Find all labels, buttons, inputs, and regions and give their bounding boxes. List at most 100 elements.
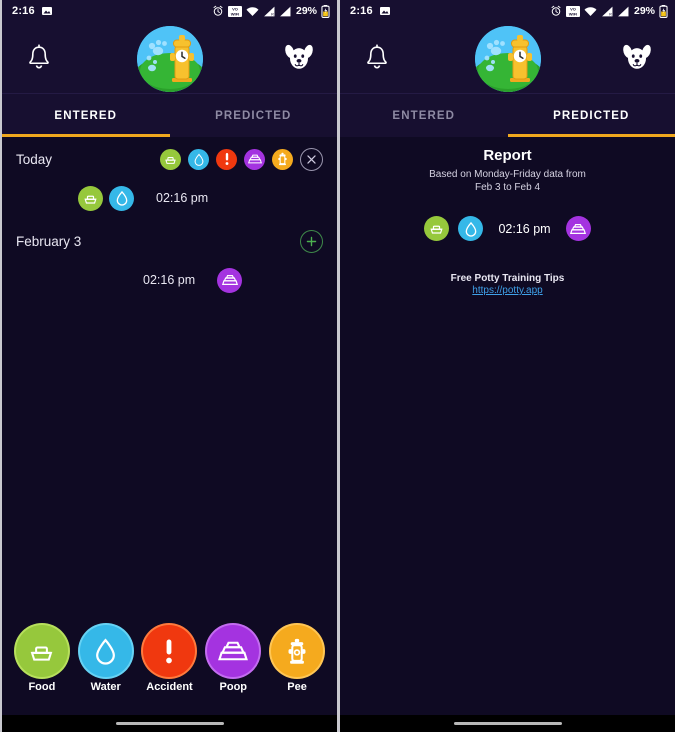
list-item[interactable]: 02:16 pm bbox=[2, 177, 337, 219]
quick-add-food[interactable]: Food bbox=[12, 625, 72, 693]
group-header-february-3: February 3 bbox=[2, 223, 337, 259]
quick-add-label: Water bbox=[90, 681, 121, 693]
exclamation-icon bbox=[143, 625, 196, 677]
quick-add-bar: Food Water Accident Poop Pee bbox=[2, 625, 337, 697]
home-indicator[interactable] bbox=[453, 721, 562, 726]
group-title: February 3 bbox=[16, 233, 82, 249]
add-entry-button[interactable] bbox=[300, 229, 323, 253]
svg-text:VO: VO bbox=[570, 6, 576, 11]
dual-screenshot-stage: 2:16 VO WIFI R 29% ENTERED PREDICTED Tod… bbox=[0, 0, 675, 732]
tab-predicted[interactable]: PREDICTED bbox=[508, 94, 675, 137]
food-bowl-icon[interactable] bbox=[160, 148, 181, 170]
tab-bar: ENTERED PREDICTED bbox=[2, 94, 337, 137]
entry-icons bbox=[217, 267, 243, 293]
gesture-nav-bar bbox=[340, 715, 675, 732]
hydrant-clock-logo bbox=[474, 25, 541, 92]
tab-predicted-label: PREDICTED bbox=[215, 109, 292, 122]
prediction-time: 02:16 pm bbox=[498, 221, 551, 236]
dog-face-icon[interactable] bbox=[621, 43, 653, 73]
water-drop-icon[interactable] bbox=[188, 148, 209, 170]
phone-screen-entered: 2:16 VO WIFI R 29% ENTERED PREDICTED Tod… bbox=[2, 0, 337, 732]
water-drop-icon bbox=[79, 625, 132, 677]
poop-icon bbox=[565, 216, 591, 241]
group-header-today: Today bbox=[2, 141, 337, 177]
poop-icon bbox=[207, 625, 260, 677]
hydrant-clock-logo bbox=[136, 25, 203, 92]
battery-icon bbox=[321, 4, 330, 18]
alarm-icon bbox=[212, 5, 224, 17]
bell-icon[interactable] bbox=[362, 43, 392, 73]
app-bar bbox=[2, 22, 337, 94]
entered-list: Today 02:16 pm February 3 02:16 pm Food … bbox=[2, 137, 337, 715]
tab-predicted[interactable]: PREDICTED bbox=[170, 94, 338, 137]
svg-text:R: R bbox=[609, 12, 612, 16]
phone-screen-predicted: 2:16 VO WIFI R 29% ENTERED PREDICTED Rep… bbox=[340, 0, 675, 732]
status-bar: 2:16 VO WIFI R 29% bbox=[2, 0, 337, 22]
alarm-icon bbox=[550, 5, 562, 17]
report-subtitle-line-1: Based on Monday-Friday data from bbox=[429, 169, 586, 180]
prediction-row[interactable]: 02:16 pm bbox=[340, 216, 675, 241]
battery-percent-label: 29% bbox=[633, 5, 655, 17]
vowifi-icon: VO WIFI bbox=[227, 5, 242, 17]
hydrant-icon bbox=[271, 625, 324, 677]
svg-text:WIFI: WIFI bbox=[569, 11, 577, 16]
report-title: Report bbox=[483, 147, 532, 164]
home-indicator[interactable] bbox=[115, 721, 224, 726]
entry-time: 02:16 pm bbox=[156, 191, 209, 205]
signal-icon: R bbox=[263, 6, 275, 17]
tips-label: Free Potty Training Tips bbox=[450, 273, 565, 284]
quick-add-pee[interactable]: Pee bbox=[267, 625, 327, 693]
clear-filters-button[interactable] bbox=[300, 147, 323, 171]
quick-add-poop[interactable]: Poop bbox=[203, 625, 263, 693]
gesture-nav-bar bbox=[2, 715, 337, 732]
entry-icons bbox=[78, 185, 134, 211]
report-subtitle-line-2: Feb 3 to Feb 4 bbox=[474, 182, 541, 193]
svg-text:R: R bbox=[271, 12, 274, 16]
status-bar-clock: 2:16 bbox=[350, 5, 373, 17]
poop-icon[interactable] bbox=[244, 148, 265, 170]
food-bowl-icon bbox=[15, 625, 68, 677]
battery-icon bbox=[659, 4, 668, 18]
tab-entered-label: ENTERED bbox=[392, 109, 456, 122]
food-bowl-icon bbox=[78, 185, 103, 211]
poop-icon bbox=[217, 267, 243, 293]
svg-text:WIFI: WIFI bbox=[231, 11, 239, 16]
food-bowl-icon bbox=[424, 216, 450, 241]
battery-percent-label: 29% bbox=[295, 5, 317, 17]
water-drop-icon bbox=[458, 216, 484, 241]
signal-2-icon bbox=[617, 6, 629, 17]
tab-bar: ENTERED PREDICTED bbox=[340, 94, 675, 137]
exclamation-icon[interactable] bbox=[216, 148, 237, 170]
hydrant-icon[interactable] bbox=[272, 148, 293, 170]
wifi-icon bbox=[246, 6, 259, 17]
quick-add-label: Accident bbox=[146, 681, 193, 693]
status-bar-clock: 2:16 bbox=[12, 5, 35, 17]
status-bar: 2:16 VO WIFI R 29% bbox=[340, 0, 675, 22]
svg-text:VO: VO bbox=[232, 6, 238, 11]
tab-entered[interactable]: ENTERED bbox=[2, 94, 170, 137]
vowifi-icon: VO WIFI bbox=[565, 5, 580, 17]
list-item[interactable]: 02:16 pm bbox=[2, 259, 337, 301]
app-bar bbox=[340, 22, 675, 94]
quick-add-accident[interactable]: Accident bbox=[139, 625, 199, 693]
tab-entered-label: ENTERED bbox=[54, 109, 118, 122]
quick-add-water[interactable]: Water bbox=[76, 625, 136, 693]
signal-icon: R bbox=[601, 6, 613, 17]
group-title: Today bbox=[16, 151, 53, 167]
dog-face-icon[interactable] bbox=[283, 43, 315, 73]
filter-icon-row bbox=[160, 147, 323, 171]
image-icon bbox=[41, 5, 53, 17]
image-icon bbox=[379, 5, 391, 17]
tab-entered[interactable]: ENTERED bbox=[340, 94, 508, 137]
water-drop-icon bbox=[109, 185, 134, 211]
signal-2-icon bbox=[279, 6, 291, 17]
tips-link[interactable]: https://potty.app bbox=[340, 285, 675, 296]
training-tips: Free Potty Training Tips https://potty.a… bbox=[340, 273, 675, 296]
quick-add-label: Food bbox=[28, 681, 56, 693]
tab-predicted-label: PREDICTED bbox=[553, 109, 630, 122]
quick-add-label: Poop bbox=[219, 681, 248, 693]
quick-add-label: Pee bbox=[287, 681, 307, 693]
predicted-report: Report Based on Monday-Friday data from … bbox=[340, 137, 675, 715]
wifi-icon bbox=[584, 6, 597, 17]
bell-icon[interactable] bbox=[24, 43, 54, 73]
